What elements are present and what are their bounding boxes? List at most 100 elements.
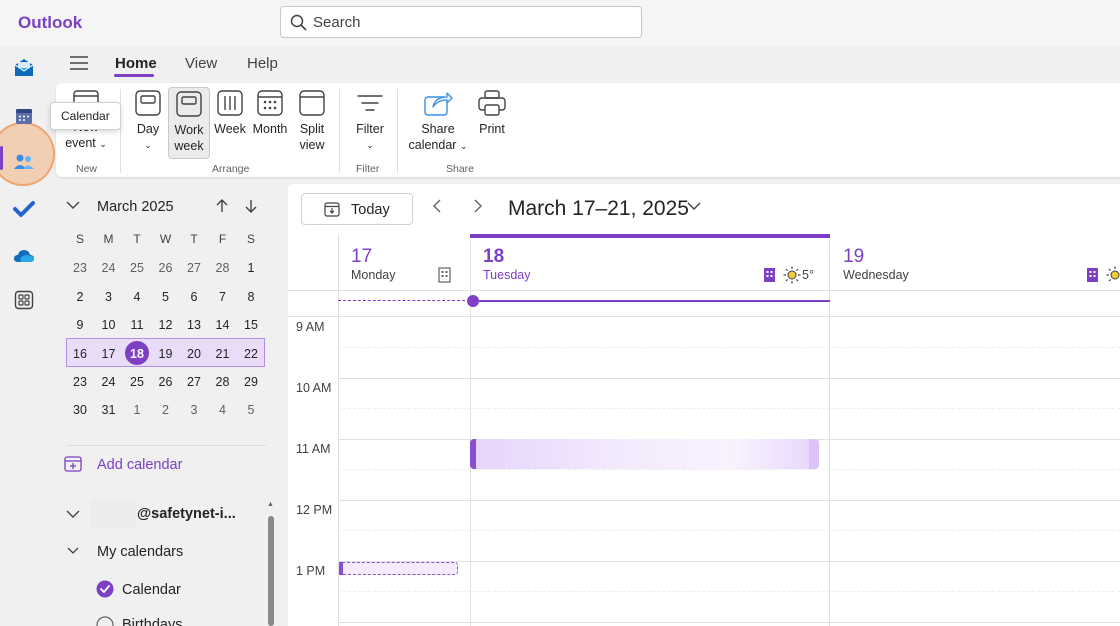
search-input[interactable] bbox=[313, 12, 633, 32]
birthdays-list-item[interactable]: Birthdays bbox=[122, 617, 182, 626]
mini-calendar-day[interactable]: 3 bbox=[95, 283, 123, 311]
hamburger-menu-icon[interactable] bbox=[70, 56, 88, 70]
mini-calendar-day[interactable]: 26 bbox=[152, 368, 180, 396]
group-share-label: Share bbox=[446, 163, 475, 175]
chevron-down-icon: ⌄ bbox=[366, 140, 374, 150]
rail-todo-button[interactable] bbox=[6, 191, 42, 227]
day-of-week-label: S bbox=[246, 232, 255, 246]
mini-calendar-day[interactable]: 5 bbox=[237, 396, 265, 424]
mini-calendar-day[interactable]: 18 bbox=[123, 340, 151, 368]
mini-calendar-day[interactable]: 15 bbox=[237, 311, 265, 339]
calendar-list-item[interactable]: Calendar bbox=[122, 582, 181, 598]
office-building-icon bbox=[438, 267, 451, 283]
mini-calendar-day[interactable]: 24 bbox=[95, 368, 123, 396]
mini-calendar-day[interactable]: 28 bbox=[209, 368, 237, 396]
mini-calendar-day[interactable]: 9 bbox=[66, 311, 94, 339]
mini-calendar-day[interactable]: 3 bbox=[180, 396, 208, 424]
previous-month-arrow-icon[interactable] bbox=[216, 199, 228, 213]
mini-calendar-day[interactable]: 26 bbox=[152, 254, 180, 282]
print-button[interactable]: Print bbox=[474, 89, 510, 137]
add-calendar-button[interactable]: Add calendar bbox=[64, 455, 182, 477]
month-view-button[interactable]: Month bbox=[250, 89, 290, 137]
mini-calendar-day[interactable]: 5 bbox=[152, 283, 180, 311]
mini-calendar-day[interactable]: 19 bbox=[152, 340, 180, 368]
date-range-chevron-icon[interactable] bbox=[687, 202, 701, 211]
share-calendar-button[interactable]: Share calendar ⌄ bbox=[406, 89, 470, 154]
day-of-week-label: M bbox=[103, 232, 114, 246]
mini-calendar-day[interactable]: 29 bbox=[237, 368, 265, 396]
account-chevron-icon[interactable] bbox=[66, 510, 80, 519]
calendar-checked-icon[interactable] bbox=[96, 580, 114, 598]
search-box[interactable] bbox=[280, 6, 642, 38]
mini-calendar-day[interactable]: 23 bbox=[66, 368, 94, 396]
my-calendars-label[interactable]: My calendars bbox=[97, 544, 183, 560]
day-header-wednesday[interactable]: 19 Wednesday bbox=[843, 234, 1120, 290]
week-view-button[interactable]: Week bbox=[212, 89, 248, 137]
next-month-arrow-icon[interactable] bbox=[245, 199, 257, 213]
date-range-title[interactable]: March 17–21, 2025 bbox=[508, 197, 689, 221]
mini-calendar-day[interactable]: 1 bbox=[237, 254, 265, 282]
mini-calendar-day[interactable]: 10 bbox=[95, 311, 123, 339]
mini-calendar-day[interactable]: 31 bbox=[95, 396, 123, 424]
mini-calendar-day[interactable]: 25 bbox=[123, 254, 151, 282]
mini-calendar-day[interactable]: 20 bbox=[180, 340, 208, 368]
today-button[interactable]: Today bbox=[301, 193, 413, 225]
split-view-button[interactable]: Split view bbox=[294, 89, 330, 153]
mini-calendar-day[interactable]: 25 bbox=[123, 368, 151, 396]
tab-view[interactable]: View bbox=[185, 55, 217, 72]
mini-calendar-day[interactable]: 2 bbox=[66, 283, 94, 311]
mini-calendar-day[interactable]: 4 bbox=[123, 283, 151, 311]
previous-week-icon[interactable] bbox=[431, 198, 443, 214]
mini-calendar-day[interactable]: 21 bbox=[209, 340, 237, 368]
day-view-button[interactable]: Day ⌄ bbox=[128, 89, 168, 153]
day-header-tuesday[interactable]: 18 Tuesday 5° bbox=[483, 234, 823, 290]
scroll-up-icon[interactable]: ▲ bbox=[267, 501, 274, 508]
mini-calendar-day[interactable]: 7 bbox=[209, 283, 237, 311]
mini-calendar-day[interactable]: 24 bbox=[95, 254, 123, 282]
split-view-icon bbox=[299, 90, 325, 116]
mini-calendar-day[interactable]: 14 bbox=[209, 311, 237, 339]
mini-calendar-day[interactable]: 1 bbox=[123, 396, 151, 424]
next-week-icon[interactable] bbox=[472, 198, 484, 214]
mail-icon bbox=[14, 59, 34, 76]
mini-calendar-day[interactable]: 16 bbox=[66, 340, 94, 368]
mini-calendar-day[interactable]: 27 bbox=[180, 368, 208, 396]
rail-onedrive-button[interactable] bbox=[6, 238, 42, 274]
calendar-event-tentative[interactable] bbox=[339, 562, 458, 575]
day-header-monday[interactable]: 17 Monday bbox=[351, 234, 461, 290]
tab-home[interactable]: Home bbox=[115, 55, 157, 72]
work-week-view-button[interactable]: Work week bbox=[168, 87, 210, 159]
calendar-event[interactable] bbox=[470, 439, 819, 469]
app-title[interactable]: Outlook bbox=[18, 13, 82, 33]
mini-calendar-day[interactable]: 6 bbox=[180, 283, 208, 311]
filter-button[interactable]: Filter ⌄ bbox=[350, 89, 390, 153]
mini-calendar-day[interactable]: 12 bbox=[152, 311, 180, 339]
collapse-chevron-icon[interactable] bbox=[66, 201, 80, 210]
rail-people-button[interactable] bbox=[6, 144, 42, 180]
mini-calendar-day[interactable]: 4 bbox=[209, 396, 237, 424]
my-calendars-chevron-icon[interactable] bbox=[67, 547, 79, 555]
group-new-label: New bbox=[76, 163, 98, 175]
rail-mail-button[interactable] bbox=[6, 50, 42, 86]
tab-help[interactable]: Help bbox=[247, 55, 278, 72]
mini-calendar-day[interactable]: 23 bbox=[66, 254, 94, 282]
mini-calendar-day[interactable]: 17 bbox=[95, 340, 123, 368]
birthdays-unchecked-icon[interactable] bbox=[96, 616, 114, 626]
active-tab-underline bbox=[114, 74, 154, 77]
rail-active-indicator bbox=[0, 146, 3, 170]
mini-calendar-day[interactable]: 22 bbox=[237, 340, 265, 368]
sidebar-scrollbar[interactable] bbox=[268, 516, 274, 626]
mini-calendar-day[interactable]: 27 bbox=[180, 254, 208, 282]
mini-calendar-day[interactable]: 28 bbox=[209, 254, 237, 282]
rail-calendar-button[interactable] bbox=[6, 98, 42, 134]
mini-calendar-day[interactable]: 30 bbox=[66, 396, 94, 424]
mini-calendar-day[interactable]: 2 bbox=[152, 396, 180, 424]
day-of-week-label: T bbox=[190, 232, 198, 246]
current-time-dot bbox=[467, 295, 479, 307]
mini-calendar-day[interactable]: 11 bbox=[123, 311, 151, 339]
mini-calendar-day[interactable]: 8 bbox=[237, 283, 265, 311]
account-email[interactable]: @safetynet-i... bbox=[137, 506, 236, 522]
mini-calendar-day[interactable]: 13 bbox=[180, 311, 208, 339]
rail-apps-button[interactable] bbox=[6, 282, 42, 318]
mini-calendar-title[interactable]: March 2025 bbox=[97, 199, 174, 215]
